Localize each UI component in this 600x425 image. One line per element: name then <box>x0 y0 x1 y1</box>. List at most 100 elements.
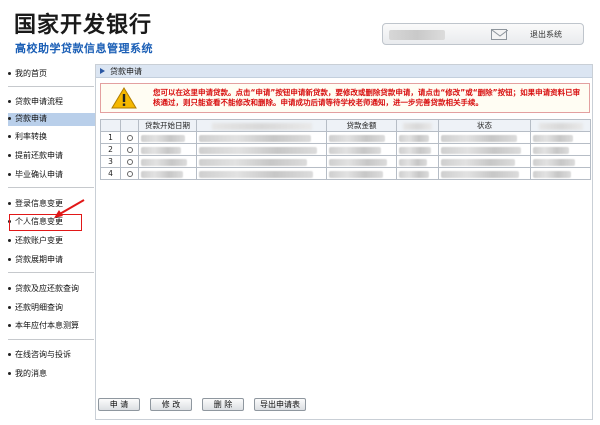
cell-redacted <box>326 155 397 168</box>
bullet-icon <box>8 257 11 261</box>
cell-redacted <box>396 131 439 144</box>
app-header: 国家开发银行 高校助学贷款信息管理系统 退出系统 <box>0 0 600 62</box>
cell-redacted <box>326 131 397 144</box>
sidebar-item-label: 利率转换 <box>15 132 47 141</box>
sidebar-item-loan-query[interactable]: 贷款及应还款查询 <box>8 283 92 295</box>
annotation-arrow-icon <box>54 199 85 218</box>
divider <box>8 86 94 87</box>
row-index: 1 <box>100 131 121 144</box>
cell-redacted <box>396 167 439 180</box>
divider <box>8 272 94 273</box>
cell-redacted <box>326 167 397 180</box>
delete-button[interactable]: 删 除 <box>202 398 244 411</box>
panel-title: 贷款申请 <box>96 65 592 78</box>
cell-redacted <box>438 155 531 168</box>
panel-title-text: 贷款申请 <box>110 67 142 76</box>
cell-redacted <box>438 167 531 180</box>
sidebar-item-loan-process[interactable]: 贷款申请流程 <box>8 96 92 108</box>
column-header <box>100 119 121 132</box>
triangle-right-icon <box>100 68 105 74</box>
sidebar-item-early-repayment[interactable]: 提前还款申请 <box>8 150 92 162</box>
sidebar-item-label: 我的首页 <box>15 69 47 78</box>
table-row[interactable]: 2 <box>100 143 591 156</box>
column-header-redacted <box>530 119 591 132</box>
system-name: 高校助学贷款信息管理系统 <box>15 42 153 55</box>
radio-button[interactable] <box>126 171 133 177</box>
bullet-icon <box>8 286 11 290</box>
main-panel: 贷款申请 您可以在这里申请贷款。点击“申请”按钮申请新贷款，要修改或删除贷款申请… <box>95 64 593 420</box>
sidebar-item-my-messages[interactable]: 我的消息 <box>8 368 92 380</box>
bank-name: 国家开发银行 <box>14 13 153 38</box>
cell-redacted <box>396 143 439 156</box>
table-row[interactable]: 1 <box>100 131 591 144</box>
action-bar: 申 请 修 改 删 除 导出申请表 <box>98 398 418 412</box>
apply-button[interactable]: 申 请 <box>98 398 140 411</box>
bullet-icon <box>8 172 11 176</box>
export-button[interactable]: 导出申请表 <box>254 398 306 411</box>
row-radio[interactable] <box>120 131 139 144</box>
sidebar-item-online-consult[interactable]: 在线咨询与投诉 <box>8 349 92 361</box>
cell-redacted <box>396 155 439 168</box>
column-header: 贷款金额 <box>326 119 397 132</box>
cell-redacted <box>138 167 197 180</box>
cell-redacted <box>326 143 397 156</box>
cell-redacted <box>530 155 591 168</box>
bullet-icon <box>8 238 11 242</box>
cell-redacted <box>196 155 327 168</box>
sidebar-item-graduation-confirm[interactable]: 毕业确认申请 <box>8 169 92 181</box>
sidebar-item-label: 贷款及应还款查询 <box>15 284 79 293</box>
sidebar-item-label: 在线咨询与投诉 <box>15 350 71 359</box>
sidebar-item-loan-apply[interactable]: 贷款申请 <box>8 113 96 126</box>
cell-redacted <box>438 143 531 156</box>
sidebar-item-label: 贷款申请流程 <box>15 97 63 106</box>
table-row[interactable]: 3 <box>100 155 591 168</box>
column-header-redacted <box>196 119 327 132</box>
username-redacted <box>389 30 445 40</box>
sidebar-item-repayment-account-change[interactable]: 还款账户变更 <box>8 235 92 247</box>
cell-redacted <box>138 155 197 168</box>
radio-button[interactable] <box>126 159 133 165</box>
modify-button[interactable]: 修 改 <box>150 398 192 411</box>
sidebar-item-annual-interest-calc[interactable]: 本年应付本息测算 <box>8 320 92 332</box>
sidebar-item-label: 贷款展期申请 <box>15 255 63 264</box>
sidebar-nav: 我的首页 贷款申请流程 贷款申请 利率转换 提前还款申请 毕业确认申请 登录信息… <box>4 62 96 422</box>
sidebar-item-label: 毕业确认申请 <box>15 170 63 179</box>
notice-box: 您可以在这里申请贷款。点击“申请”按钮申请新贷款，要修改或删除贷款申请，请点击“… <box>100 83 590 113</box>
radio-button[interactable] <box>126 135 133 141</box>
sidebar-item-label: 提前还款申请 <box>15 151 63 160</box>
logout-button[interactable]: 退出系统 <box>530 29 562 40</box>
bullet-icon <box>8 116 11 120</box>
cell-redacted <box>530 131 591 144</box>
table-row[interactable]: 4 <box>100 167 591 180</box>
sidebar-item-loan-extension[interactable]: 贷款展期申请 <box>8 254 92 266</box>
cell-redacted <box>530 143 591 156</box>
bullet-icon <box>8 371 11 375</box>
sidebar-item-label: 本年应付本息测算 <box>15 321 79 330</box>
bullet-icon <box>8 71 11 75</box>
cell-redacted <box>196 167 327 180</box>
sidebar-item-repayment-detail[interactable]: 还款明细查询 <box>8 302 92 314</box>
mail-icon[interactable] <box>491 29 508 40</box>
sidebar-item-home[interactable]: 我的首页 <box>8 68 92 80</box>
sidebar-item-rate-conversion[interactable]: 利率转换 <box>8 131 92 143</box>
column-header: 贷款开始日期 <box>138 119 197 132</box>
row-radio[interactable] <box>120 167 139 180</box>
row-radio[interactable] <box>120 155 139 168</box>
cell-redacted <box>138 143 197 156</box>
radio-button[interactable] <box>126 147 133 153</box>
bullet-icon <box>8 99 11 103</box>
cell-redacted <box>138 131 197 144</box>
divider <box>8 187 94 188</box>
user-bar: 退出系统 <box>382 23 584 45</box>
row-radio[interactable] <box>120 143 139 156</box>
bullet-icon <box>8 134 11 138</box>
column-header-redacted <box>396 119 439 132</box>
column-header: 状态 <box>438 119 531 132</box>
bullet-icon <box>8 305 11 309</box>
cell-redacted <box>530 167 591 180</box>
bullet-icon <box>8 153 11 157</box>
sidebar-item-label: 贷款申请 <box>15 114 47 123</box>
bullet-icon <box>8 323 11 327</box>
row-index: 2 <box>100 143 121 156</box>
bullet-icon <box>8 352 11 356</box>
